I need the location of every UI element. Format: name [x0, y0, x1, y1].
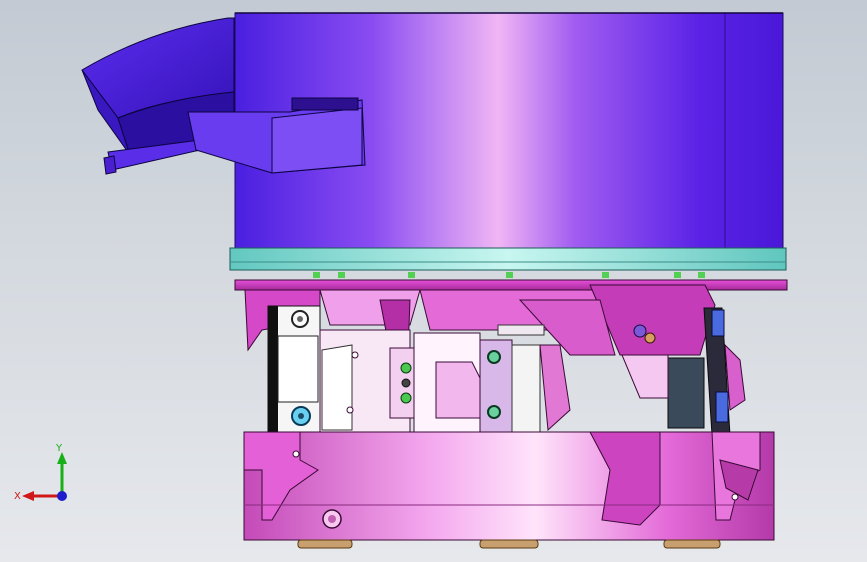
vibratory-feeder-model[interactable]	[0, 0, 867, 562]
plate-bolts	[313, 272, 705, 278]
drive-magnet-assembly[interactable]	[319, 324, 571, 444]
rubber-feet[interactable]	[297, 539, 721, 549]
z-axis-dot	[57, 491, 67, 501]
y-axis-label: Y	[55, 443, 63, 454]
coordinate-triad: Y X	[14, 443, 67, 502]
x-axis-label: X	[14, 491, 21, 502]
bowl-base-plate[interactable]	[229, 247, 787, 271]
cad-viewport[interactable]: Y X	[0, 0, 867, 562]
left-spring-clamp[interactable]	[267, 305, 321, 437]
